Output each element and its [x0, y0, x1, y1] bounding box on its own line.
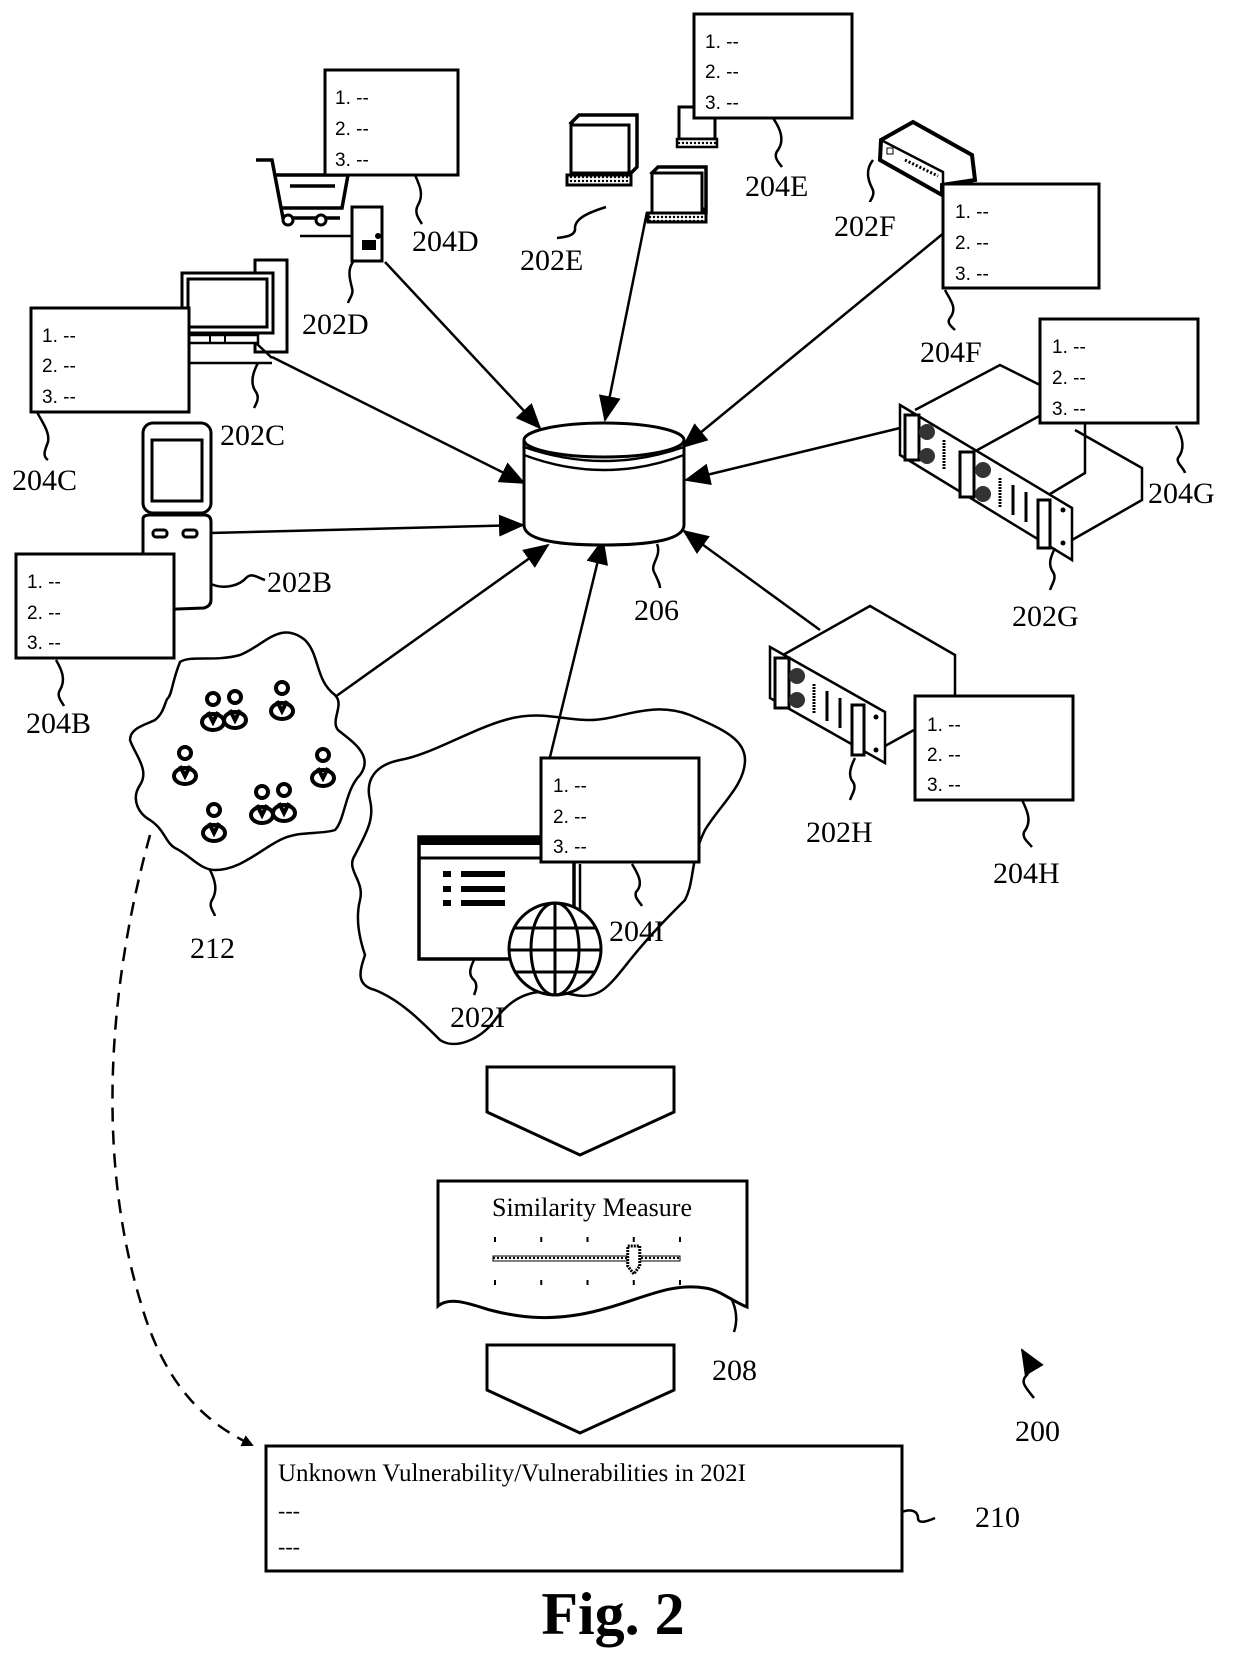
result-title: Unknown Vulnerability/Vulnerabilities in… [278, 1460, 746, 1487]
result-line: --- [278, 1534, 300, 1559]
label-204E: 204E [745, 170, 808, 203]
arrow-202E [598, 211, 649, 422]
slider-track[interactable] [492, 1255, 681, 1262]
leader-204C [35, 411, 50, 462]
svg-text:1. --: 1. -- [27, 572, 61, 593]
svg-text:3. --: 3. -- [42, 387, 76, 408]
svg-text:1. --: 1. -- [705, 32, 739, 53]
leader-210 [901, 1509, 936, 1523]
leader-204H [1020, 799, 1033, 848]
label-202I: 202I [450, 1001, 505, 1034]
laptops-group-icon [565, 105, 719, 224]
svg-text:3. --: 3. -- [705, 93, 739, 114]
label-202D: 202D [302, 308, 369, 341]
list-box-204G: 1. -- 2. -- 3. -- [1038, 317, 1200, 425]
leader-202B [210, 574, 266, 588]
svg-text:2. --: 2. -- [553, 807, 587, 828]
arrow-202D [384, 261, 542, 430]
list-box-204E: 1. -- 2. -- 3. -- [692, 12, 854, 120]
svg-text:3. --: 3. -- [553, 837, 587, 858]
svg-text:2. --: 2. -- [42, 356, 76, 377]
label-202B: 202B [267, 566, 332, 599]
label-206: 206 [634, 594, 679, 627]
svg-text:1. --: 1. -- [335, 88, 369, 109]
label-208: 208 [712, 1354, 757, 1387]
label-212: 212 [190, 932, 235, 965]
svg-text:3. --: 3. -- [335, 150, 369, 171]
leader-202D [346, 261, 355, 304]
patent-figure: 206 1. -- 2. -- 3. -- 204D 202D 1. -- 2.… [0, 0, 1215, 1647]
arrow-200 [1020, 1348, 1044, 1399]
svg-text:2. --: 2. -- [705, 62, 739, 83]
svg-text:1. --: 1. -- [42, 326, 76, 347]
leader-202F [866, 159, 875, 203]
flow-arrow-1 [485, 1065, 676, 1157]
label-204G: 204G [1148, 477, 1215, 510]
arrow-202C [271, 355, 526, 485]
list-box-204F: 1. -- 2. -- 3. -- [941, 182, 1101, 290]
similarity-measure-title: Similarity Measure [492, 1193, 692, 1222]
leader-206 [651, 543, 662, 589]
leader-204E [771, 117, 784, 168]
label-204F: 204F [920, 336, 982, 369]
svg-text:2. --: 2. -- [335, 119, 369, 140]
arrow-202I [548, 538, 608, 758]
label-202G: 202G [1012, 600, 1079, 633]
leader-212 [208, 869, 217, 917]
leader-204I [630, 863, 644, 907]
leader-204D [413, 174, 424, 225]
label-200: 200 [1015, 1415, 1060, 1448]
svg-text:1. --: 1. -- [553, 776, 587, 797]
label-202C: 202C [220, 419, 285, 452]
arrow-202G [684, 426, 901, 486]
list-box-204B: 1. -- 2. -- 3. -- [14, 552, 176, 660]
leader-202C [251, 362, 260, 409]
leader-204F [943, 289, 956, 331]
user-group-cloud-icon[interactable] [128, 631, 366, 872]
flow-arrow-2 [485, 1343, 676, 1435]
label-202E: 202E [520, 244, 583, 277]
list-box-204H: 1. -- 2. -- 3. -- [913, 694, 1075, 802]
svg-text:3. --: 3. -- [1052, 399, 1086, 420]
leader-202G [1048, 547, 1057, 591]
label-204H: 204H [993, 857, 1060, 890]
svg-text:2. --: 2. -- [1052, 368, 1086, 389]
database-cylinder-icon[interactable] [522, 421, 686, 547]
leader-202I [469, 959, 478, 996]
arrow-212 [334, 543, 550, 699]
svg-text:1. --: 1. -- [1052, 337, 1086, 358]
leader-202H [848, 757, 857, 801]
leader-202E [556, 205, 607, 240]
list-box-204I: 1. -- 2. -- 3. -- [539, 756, 701, 864]
svg-text:1. --: 1. -- [927, 715, 961, 736]
label-202H: 202H [806, 816, 873, 849]
label-204C: 204C [12, 464, 77, 497]
label-202F: 202F [834, 210, 896, 243]
label-210: 210 [975, 1501, 1020, 1534]
leader-204B [54, 659, 66, 707]
arrow-202B [209, 514, 525, 537]
svg-text:2. --: 2. -- [27, 603, 61, 624]
svg-text:1. --: 1. -- [955, 202, 989, 223]
user-icon [172, 680, 337, 843]
dashed-arrow-212-to-210 [111, 834, 254, 1447]
figure-caption: Fig. 2 [541, 1581, 684, 1647]
svg-text:3. --: 3. -- [927, 775, 961, 796]
desktop-computer-icon [180, 258, 289, 365]
label-204B: 204B [26, 707, 91, 740]
list-box-204C: 1. -- 2. -- 3. -- [29, 306, 191, 414]
svg-text:2. --: 2. -- [955, 233, 989, 254]
leader-204G [1174, 425, 1187, 474]
list-box-204D: 1. -- 2. -- 3. -- [323, 68, 460, 177]
svg-text:3. --: 3. -- [955, 264, 989, 285]
result-line: --- [278, 1498, 300, 1523]
label-204I: 204I [609, 915, 664, 948]
svg-text:2. --: 2. -- [927, 745, 961, 766]
similarity-measure-panel[interactable]: Similarity Measure [436, 1179, 749, 1333]
arrow-202H [682, 529, 821, 632]
result-box-210[interactable]: Unknown Vulnerability/Vulnerabilities in… [264, 1444, 904, 1573]
svg-text:3. --: 3. -- [27, 633, 61, 654]
label-204D: 204D [412, 225, 479, 258]
